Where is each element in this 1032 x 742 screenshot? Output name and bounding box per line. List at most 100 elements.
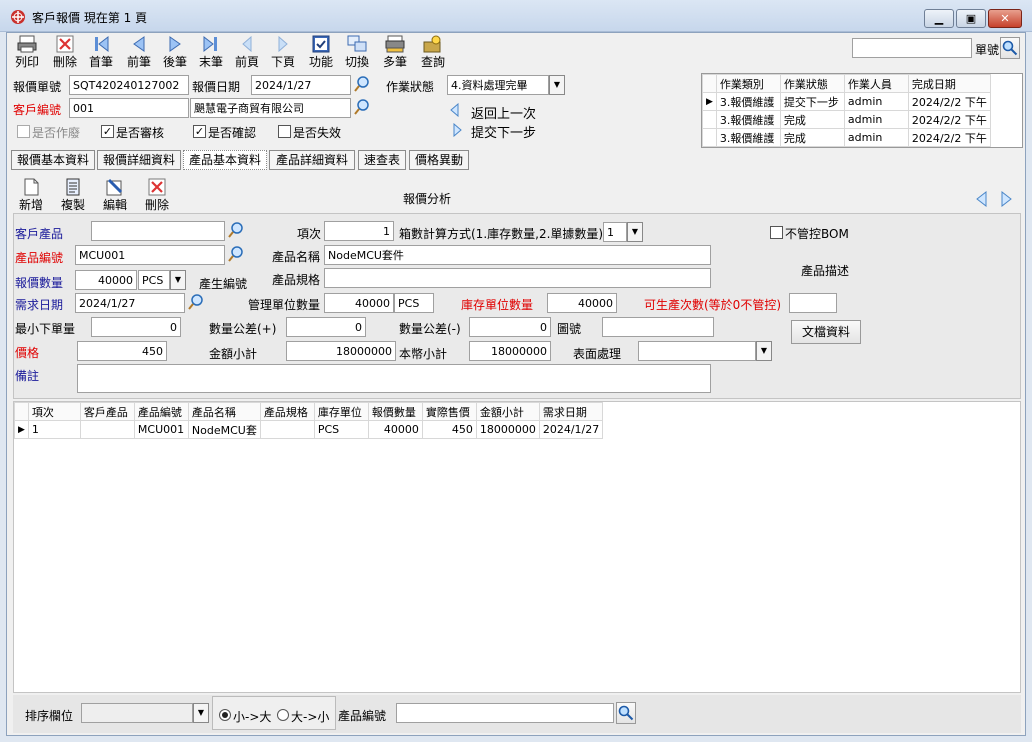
table-cell[interactable]: 完成 [779,128,845,147]
table-cell[interactable]: 2024/2/2 下午 [907,110,991,129]
footer-search-button[interactable] [616,702,636,724]
toolbar-previous-record-button[interactable]: 前筆 [121,34,157,69]
table-cell[interactable]: admin [843,92,909,111]
void-checkbox[interactable] [17,125,30,138]
minimize-button[interactable]: ▁ [924,9,954,28]
close-button[interactable]: ✕ [988,9,1022,28]
surface-dropdown-button[interactable]: ▼ [756,341,772,361]
tab-5[interactable]: 速查表 [358,150,406,170]
quote-unit-dropdown-button[interactable]: ▼ [170,270,186,290]
table-cell[interactable]: PCS [313,420,369,439]
product-name-field[interactable] [324,245,711,265]
column-header[interactable]: 實際售價 [421,402,477,421]
spec-field[interactable] [324,268,711,288]
toolbar-first-record-button[interactable]: 首筆 [83,34,119,69]
column-header[interactable]: 項次 [27,402,81,421]
maximize-button[interactable]: ▣ [956,9,986,28]
box-calc-dropdown-button[interactable]: ▼ [627,222,643,242]
table-cell[interactable]: 3.報價維護 [715,92,781,111]
toolbar-previous-page-button[interactable]: 前頁 [229,34,265,69]
column-header[interactable]: 庫存單位 [313,402,369,421]
customer-lookup-icon[interactable] [353,98,371,116]
mgmt-unit-field[interactable] [394,293,434,313]
sub-edit-button[interactable]: 編輯 [97,177,133,212]
table-cell[interactable]: 3.報價維護 [715,128,781,147]
stock-qty-field[interactable] [547,293,617,313]
arrow-left-icon[interactable] [449,103,463,117]
table-cell[interactable]: admin [843,128,909,147]
column-header[interactable]: 報價數量 [367,402,423,421]
column-header[interactable]: 作業類別 [715,74,781,93]
table-cell[interactable]: 提交下一步 [779,92,845,111]
toolbar-switch-button[interactable]: 切換 [339,34,375,69]
table-cell[interactable]: 450 [421,420,477,439]
tab-3[interactable]: 產品基本資料 [183,150,267,170]
mgmt-qty-field[interactable] [324,293,394,313]
search-input[interactable] [852,38,972,58]
gen-code-button[interactable]: 產生編號 [199,275,247,292]
customer-name-field[interactable] [190,98,351,118]
footer-product-code-field[interactable] [396,703,614,723]
surface-select[interactable] [638,341,756,361]
no-bom-checkbox[interactable] [770,226,783,239]
search-button[interactable] [1000,37,1020,59]
table-cell[interactable]: 2024/2/2 下午 [907,92,991,111]
toolbar-next-record-button[interactable]: 後筆 [157,34,193,69]
table-cell[interactable] [79,420,135,439]
table-cell[interactable]: 完成 [779,110,845,129]
tab-6[interactable]: 價格異動 [409,150,469,170]
table-row[interactable]: ▶ 3.報價維護 提交下一步 admin 2024/2/2 下午 [702,92,991,111]
tol-plus-field[interactable] [286,317,366,337]
column-header[interactable]: 完成日期 [907,74,991,93]
column-header[interactable]: 金額小計 [475,402,540,421]
toolbar-function-button[interactable]: 功能 [303,34,339,69]
cust-product-field[interactable] [91,221,225,241]
column-header[interactable]: 作業人員 [843,74,909,93]
table-row[interactable]: ▶ 1 MCU001 NodeMCU套 PCS 40000 450 18000000 2024/… [14,420,604,439]
arrow-right-icon[interactable] [449,123,463,137]
column-header[interactable]: 產品規格 [259,402,315,421]
table-cell[interactable]: 2024/2/2 下午 [907,128,991,147]
product-code-field[interactable] [75,245,225,265]
table-cell[interactable]: MCU001 [133,420,189,439]
toolbar-next-page-button[interactable]: 下頁 [265,34,301,69]
sub-new-button[interactable]: 新增 [13,177,49,212]
column-header[interactable]: 作業狀態 [779,74,845,93]
table-cell[interactable] [259,420,315,439]
toolbar-printer-button[interactable]: 列印 [9,34,45,69]
invalid-checkbox[interactable] [278,125,291,138]
product-lookup-icon[interactable] [227,245,245,263]
submit-step-link[interactable]: 提交下一步 [471,122,536,141]
table-cell[interactable]: 3.報價維護 [715,110,781,129]
back-step-link[interactable]: 返回上一次 [471,103,536,122]
table-cell[interactable]: admin [843,110,909,129]
sub-copy-button[interactable]: 複製 [55,177,91,212]
req-date-field[interactable] [75,293,185,313]
tab-2[interactable]: 報價詳細資料 [97,150,181,170]
table-cell[interactable]: 40000 [367,420,423,439]
box-calc-select[interactable] [603,222,627,242]
req-date-lookup-icon[interactable] [187,293,205,311]
sort-dropdown-button[interactable]: ▼ [193,703,209,723]
customer-code-field[interactable] [69,98,189,118]
toolbar-delete-button[interactable]: 刪除 [47,34,83,69]
quote-date-lookup-icon[interactable] [353,75,371,93]
column-header[interactable]: 需求日期 [538,402,604,421]
reviewed-checkbox[interactable]: ✓ [101,125,114,138]
tab-4[interactable]: 產品詳細資料 [269,150,355,170]
note-field[interactable] [77,364,711,393]
quote-qty-field[interactable] [75,270,137,290]
producible-field[interactable] [789,293,837,313]
column-header[interactable]: 客戶產品 [79,402,135,421]
table-row[interactable]: 3.報價維護 完成 admin 2024/2/2 下午 [702,128,991,147]
next-panel-icon[interactable] [999,191,1013,207]
price-field[interactable] [77,341,167,361]
toolbar-multi-record-button[interactable]: 多筆 [377,34,413,69]
toolbar-last-record-button[interactable]: 末筆 [193,34,229,69]
item-no-field[interactable] [324,221,394,241]
quote-date-field[interactable] [251,75,351,95]
tab-1[interactable]: 報價基本資料 [11,150,95,170]
prev-panel-icon[interactable] [975,191,989,207]
asc-radio[interactable] [219,709,231,721]
column-header[interactable]: 產品編號 [133,402,189,421]
